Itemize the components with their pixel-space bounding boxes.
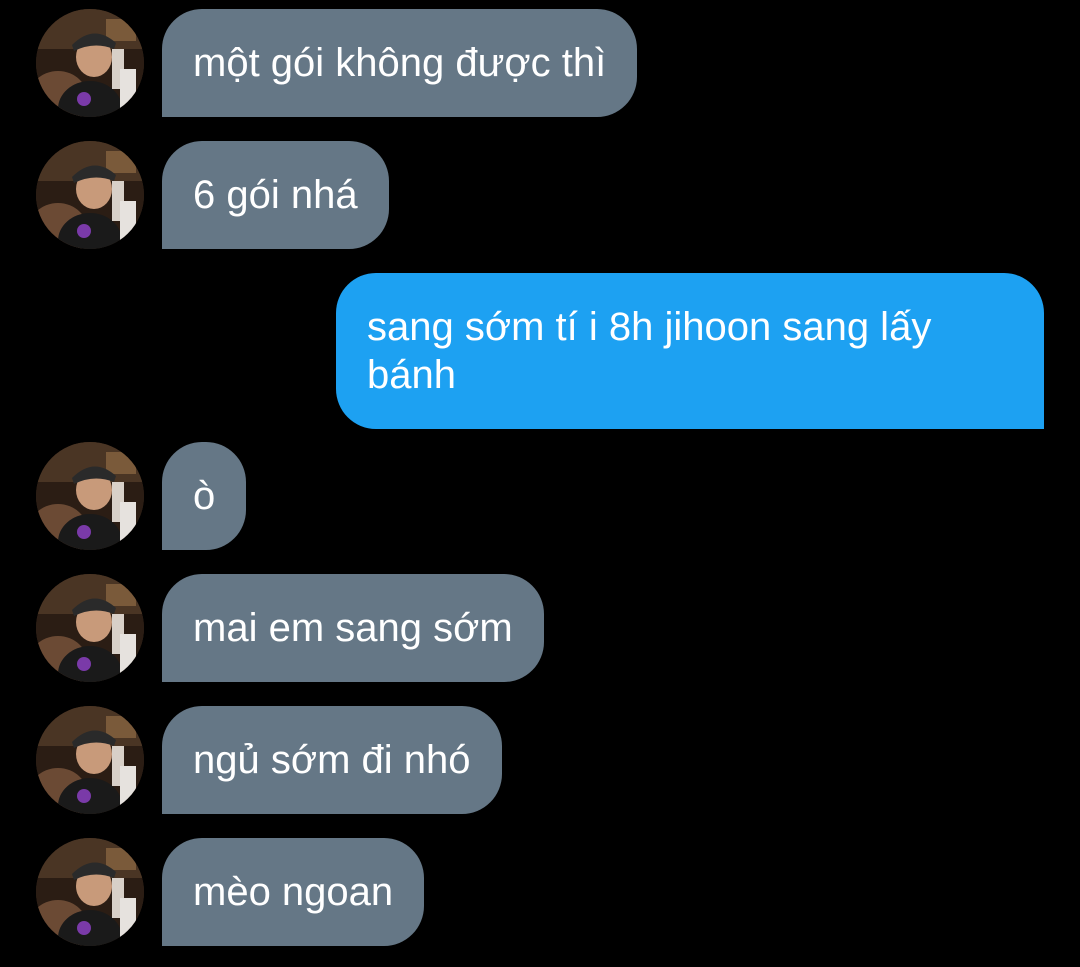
message-text: ò xyxy=(193,474,216,518)
avatar[interactable] xyxy=(36,574,144,682)
message-bubble-incoming[interactable]: mai em sang sớm xyxy=(162,574,544,682)
message-text: một gói không được thì xyxy=(193,41,607,85)
avatar[interactable] xyxy=(36,141,144,249)
message-row-incoming: mèo ngoan xyxy=(0,838,1080,946)
message-bubble-outgoing[interactable]: sang sớm tí i 8h jihoon sang lấy bánh xyxy=(336,273,1044,429)
user-photo-avatar-icon xyxy=(36,442,144,550)
avatar[interactable] xyxy=(36,706,144,814)
message-row-incoming: mai em sang sớm xyxy=(0,574,1080,682)
message-row-incoming: 6 gói nhá xyxy=(0,141,1080,249)
message-bubble-incoming[interactable]: ngủ sớm đi nhó xyxy=(162,706,502,814)
message-bubble-incoming[interactable]: 6 gói nhá xyxy=(162,141,389,249)
message-bubble-incoming[interactable]: một gói không được thì xyxy=(162,9,638,117)
avatar[interactable] xyxy=(36,838,144,946)
user-photo-avatar-icon xyxy=(36,574,144,682)
avatar[interactable] xyxy=(36,9,144,117)
message-row-outgoing: sang sớm tí i 8h jihoon sang lấy bánh xyxy=(0,273,1080,429)
user-photo-avatar-icon xyxy=(36,141,144,249)
message-text: 6 gói nhá xyxy=(193,173,358,217)
user-photo-avatar-icon xyxy=(36,706,144,814)
chat-thread: một gói không được thì 6 gói nhá sang sớ… xyxy=(0,0,1080,967)
message-text: sang sớm tí i 8h jihoon sang lấy bánh xyxy=(367,305,932,397)
message-row-incoming: một gói không được thì xyxy=(0,9,1080,117)
avatar[interactable] xyxy=(36,442,144,550)
user-photo-avatar-icon xyxy=(36,9,144,117)
message-text: mèo ngoan xyxy=(193,870,394,914)
message-bubble-incoming[interactable]: ò xyxy=(162,442,247,550)
message-bubble-incoming[interactable]: mèo ngoan xyxy=(162,838,425,946)
user-photo-avatar-icon xyxy=(36,838,144,946)
message-row-incoming: ò xyxy=(0,442,1080,550)
message-row-incoming: ngủ sớm đi nhó xyxy=(0,706,1080,814)
message-text: mai em sang sớm xyxy=(193,606,513,650)
message-text: ngủ sớm đi nhó xyxy=(193,738,471,782)
